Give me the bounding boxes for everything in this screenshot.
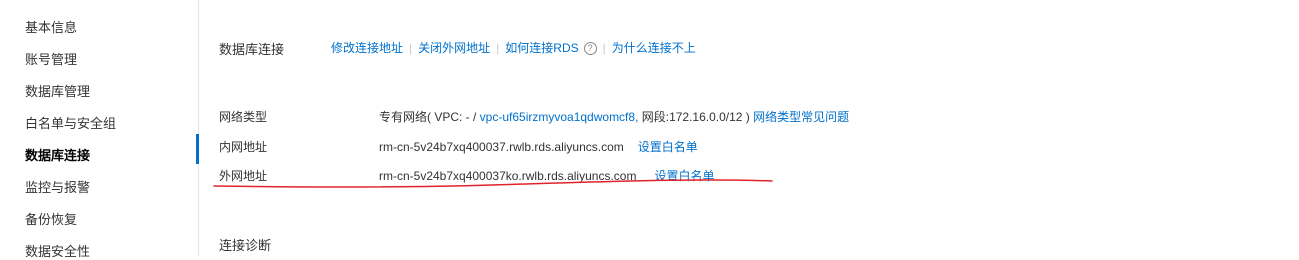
divider: | (602, 41, 606, 55)
modify-address-link[interactable]: 修改连接地址 (331, 41, 403, 55)
network-segment: 网段:172.16.0.0/12 ) (638, 110, 754, 124)
external-whitelist-link[interactable]: 设置白名单 (654, 169, 714, 183)
external-address-value: rm-cn-5v24b7xq400037ko.rwlb.rds.aliyuncs… (379, 167, 714, 184)
external-address-label: 外网地址 (219, 169, 268, 183)
network-type-label: 网络类型 (219, 110, 268, 124)
sidebar-item-databases[interactable]: 数据库管理 (25, 81, 90, 100)
section-title-connection-diagnosis: 连接诊断 (219, 238, 272, 253)
connection-actions: 修改连接地址 | 关闭外网地址 | 如何连接RDS? | 为什么连接不上 (331, 39, 696, 56)
main-content: 数据库连接 修改连接地址 | 关闭外网地址 | 如何连接RDS? | 为什么连接不上 网络类… (199, 0, 1299, 256)
sidebar-item-db-connection[interactable]: 数据库连接 (25, 145, 90, 164)
external-address: rm-cn-5v24b7xq400037ko.rwlb.rds.aliyuncs… (379, 169, 637, 183)
close-public-address-link[interactable]: 关闭外网地址 (418, 41, 490, 55)
network-type-faq-link[interactable]: 网络类型常见问题 (753, 110, 849, 124)
sidebar-item-data-security[interactable]: 数据安全性 (25, 241, 90, 260)
how-to-connect-link[interactable]: 如何连接RDS (505, 41, 578, 55)
network-type-value: 专有网络( VPC: - / vpc-uf65irzmyvoa1qdwomcf8… (379, 108, 849, 125)
question-circle-icon[interactable]: ? (583, 42, 597, 56)
sidebar-item-monitoring-alerts[interactable]: 监控与报警 (25, 177, 90, 196)
section-title-db-connection: 数据库连接 (219, 42, 285, 57)
sidebar-item-whitelist-security-group[interactable]: 白名单与安全组 (25, 113, 116, 132)
internal-address-label: 内网地址 (219, 140, 268, 154)
sidebar: 基本信息 账号管理 数据库管理 白名单与安全组 数据库连接 监控与报警 备份恢复… (0, 0, 199, 259)
sidebar-item-basic-info[interactable]: 基本信息 (25, 17, 77, 36)
internal-address: rm-cn-5v24b7xq400037.rwlb.rds.aliyuncs.c… (379, 140, 624, 154)
internal-address-value: rm-cn-5v24b7xq400037.rwlb.rds.aliyuncs.c… (379, 138, 698, 155)
vpc-id-link[interactable]: vpc-uf65irzmyvoa1qdwomcf8, (480, 110, 639, 124)
divider: | (409, 41, 413, 55)
internal-whitelist-link[interactable]: 设置白名单 (638, 140, 698, 154)
sidebar-item-accounts[interactable]: 账号管理 (25, 49, 77, 68)
divider: | (496, 41, 500, 55)
network-type-prefix: 专有网络( VPC: - / (379, 110, 480, 124)
sidebar-item-backup-restore[interactable]: 备份恢复 (25, 209, 77, 228)
why-cannot-connect-link[interactable]: 为什么连接不上 (612, 41, 696, 55)
